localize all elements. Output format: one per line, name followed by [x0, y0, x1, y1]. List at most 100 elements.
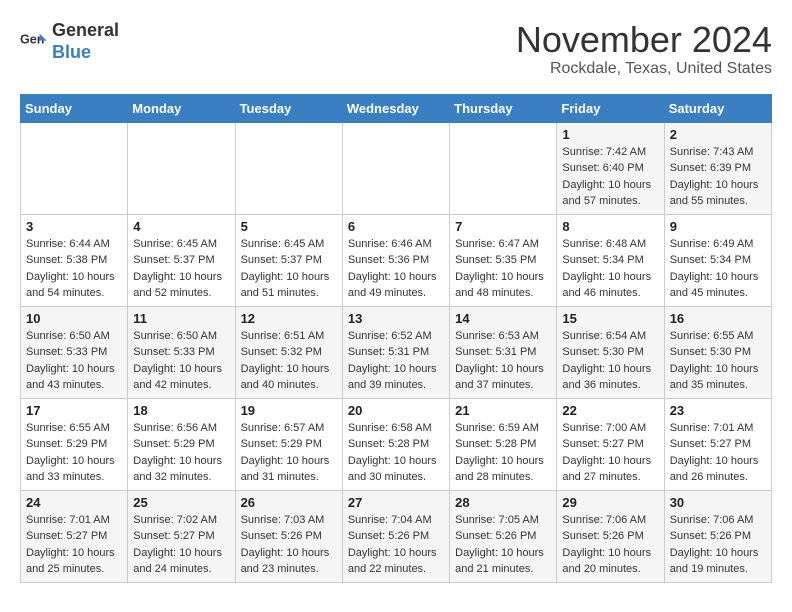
day-info: Sunrise: 6:49 AMSunset: 5:34 PMDaylight:…	[670, 236, 766, 302]
calendar-cell: 12 Sunrise: 6:51 AMSunset: 5:32 PMDayligh…	[235, 306, 342, 398]
calendar-cell: 2 Sunrise: 7:43 AMSunset: 6:39 PMDaylight…	[664, 122, 771, 214]
day-info: Sunrise: 7:03 AMSunset: 5:26 PMDaylight:…	[241, 512, 337, 578]
calendar-cell: 28 Sunrise: 7:05 AMSunset: 5:26 PMDayligh…	[450, 490, 557, 582]
day-number: 3	[26, 219, 122, 234]
day-number: 14	[455, 311, 551, 326]
calendar-cell: 25 Sunrise: 7:02 AMSunset: 5:27 PMDayligh…	[128, 490, 235, 582]
weekday-header: Wednesday	[342, 94, 449, 122]
calendar-cell: 10 Sunrise: 6:50 AMSunset: 5:33 PMDayligh…	[21, 306, 128, 398]
logo-blue: Blue	[52, 42, 119, 64]
weekday-header: Friday	[557, 94, 664, 122]
day-info: Sunrise: 6:47 AMSunset: 5:35 PMDaylight:…	[455, 236, 551, 302]
day-info: Sunrise: 7:05 AMSunset: 5:26 PMDaylight:…	[455, 512, 551, 578]
day-info: Sunrise: 6:46 AMSunset: 5:36 PMDaylight:…	[348, 236, 444, 302]
calendar-cell	[235, 122, 342, 214]
calendar-cell	[450, 122, 557, 214]
day-number: 6	[348, 219, 444, 234]
day-number: 30	[670, 495, 766, 510]
day-info: Sunrise: 6:50 AMSunset: 5:33 PMDaylight:…	[26, 328, 122, 394]
day-number: 25	[133, 495, 229, 510]
calendar-cell: 26 Sunrise: 7:03 AMSunset: 5:26 PMDayligh…	[235, 490, 342, 582]
day-info: Sunrise: 7:02 AMSunset: 5:27 PMDaylight:…	[133, 512, 229, 578]
day-info: Sunrise: 6:52 AMSunset: 5:31 PMDaylight:…	[348, 328, 444, 394]
day-info: Sunrise: 7:01 AMSunset: 5:27 PMDaylight:…	[670, 420, 766, 486]
day-number: 10	[26, 311, 122, 326]
day-number: 5	[241, 219, 337, 234]
day-info: Sunrise: 7:42 AMSunset: 6:40 PMDaylight:…	[562, 144, 658, 210]
calendar-cell: 15 Sunrise: 6:54 AMSunset: 5:30 PMDayligh…	[557, 306, 664, 398]
day-info: Sunrise: 7:04 AMSunset: 5:26 PMDaylight:…	[348, 512, 444, 578]
day-number: 15	[562, 311, 658, 326]
day-info: Sunrise: 6:54 AMSunset: 5:30 PMDaylight:…	[562, 328, 658, 394]
calendar-cell: 16 Sunrise: 6:55 AMSunset: 5:30 PMDayligh…	[664, 306, 771, 398]
calendar-cell: 4 Sunrise: 6:45 AMSunset: 5:37 PMDaylight…	[128, 214, 235, 306]
day-number: 29	[562, 495, 658, 510]
calendar-cell: 11 Sunrise: 6:50 AMSunset: 5:33 PMDayligh…	[128, 306, 235, 398]
weekday-header: Sunday	[21, 94, 128, 122]
day-info: Sunrise: 6:45 AMSunset: 5:37 PMDaylight:…	[241, 236, 337, 302]
day-info: Sunrise: 6:59 AMSunset: 5:28 PMDaylight:…	[455, 420, 551, 486]
page-subtitle: Rockdale, Texas, United States	[516, 60, 772, 78]
calendar-cell	[21, 122, 128, 214]
day-number: 26	[241, 495, 337, 510]
day-number: 27	[348, 495, 444, 510]
day-number: 11	[133, 311, 229, 326]
day-info: Sunrise: 7:01 AMSunset: 5:27 PMDaylight:…	[26, 512, 122, 578]
calendar-cell	[128, 122, 235, 214]
calendar-table: SundayMondayTuesdayWednesdayThursdayFrid…	[20, 94, 772, 583]
day-number: 2	[670, 127, 766, 142]
day-info: Sunrise: 6:57 AMSunset: 5:29 PMDaylight:…	[241, 420, 337, 486]
calendar-cell: 22 Sunrise: 7:00 AMSunset: 5:27 PMDayligh…	[557, 398, 664, 490]
day-number: 16	[670, 311, 766, 326]
day-info: Sunrise: 6:50 AMSunset: 5:33 PMDaylight:…	[133, 328, 229, 394]
logo: Gen General Blue	[20, 20, 119, 63]
day-number: 23	[670, 403, 766, 418]
day-number: 1	[562, 127, 658, 142]
calendar-cell: 9 Sunrise: 6:49 AMSunset: 5:34 PMDaylight…	[664, 214, 771, 306]
weekday-header: Monday	[128, 94, 235, 122]
day-info: Sunrise: 6:55 AMSunset: 5:29 PMDaylight:…	[26, 420, 122, 486]
day-info: Sunrise: 6:45 AMSunset: 5:37 PMDaylight:…	[133, 236, 229, 302]
day-info: Sunrise: 6:55 AMSunset: 5:30 PMDaylight:…	[670, 328, 766, 394]
weekday-header: Thursday	[450, 94, 557, 122]
calendar-cell: 5 Sunrise: 6:45 AMSunset: 5:37 PMDaylight…	[235, 214, 342, 306]
day-info: Sunrise: 7:00 AMSunset: 5:27 PMDaylight:…	[562, 420, 658, 486]
day-info: Sunrise: 6:44 AMSunset: 5:38 PMDaylight:…	[26, 236, 122, 302]
calendar-cell: 24 Sunrise: 7:01 AMSunset: 5:27 PMDayligh…	[21, 490, 128, 582]
title-block: November 2024 Rockdale, Texas, United St…	[516, 20, 772, 78]
calendar-cell: 23 Sunrise: 7:01 AMSunset: 5:27 PMDayligh…	[664, 398, 771, 490]
day-number: 9	[670, 219, 766, 234]
day-number: 8	[562, 219, 658, 234]
calendar-cell: 29 Sunrise: 7:06 AMSunset: 5:26 PMDayligh…	[557, 490, 664, 582]
weekday-header: Saturday	[664, 94, 771, 122]
calendar-cell: 14 Sunrise: 6:53 AMSunset: 5:31 PMDayligh…	[450, 306, 557, 398]
calendar-cell: 8Sunrise: 6:48 AMSunset: 5:34 PMDaylight…	[557, 214, 664, 306]
day-info: Sunrise: 6:53 AMSunset: 5:31 PMDaylight:…	[455, 328, 551, 394]
calendar-cell: 17Sunrise: 6:55 AMSunset: 5:29 PMDayligh…	[21, 398, 128, 490]
day-number: 4	[133, 219, 229, 234]
page-title: November 2024	[516, 20, 772, 60]
logo-general: General	[52, 20, 119, 42]
calendar-cell: 13 Sunrise: 6:52 AMSunset: 5:31 PMDayligh…	[342, 306, 449, 398]
day-info: Sunrise: 7:06 AMSunset: 5:26 PMDaylight:…	[670, 512, 766, 578]
calendar-cell: 1 Sunrise: 7:42 AMSunset: 6:40 PMDaylight…	[557, 122, 664, 214]
day-number: 24	[26, 495, 122, 510]
day-number: 13	[348, 311, 444, 326]
calendar-cell: 6 Sunrise: 6:46 AMSunset: 5:36 PMDaylight…	[342, 214, 449, 306]
calendar-cell: 30 Sunrise: 7:06 AMSunset: 5:26 PMDayligh…	[664, 490, 771, 582]
day-number: 28	[455, 495, 551, 510]
calendar-cell: 7 Sunrise: 6:47 AMSunset: 5:35 PMDaylight…	[450, 214, 557, 306]
day-info: Sunrise: 6:56 AMSunset: 5:29 PMDaylight:…	[133, 420, 229, 486]
day-info: Sunrise: 6:51 AMSunset: 5:32 PMDaylight:…	[241, 328, 337, 394]
day-number: 12	[241, 311, 337, 326]
day-info: Sunrise: 6:58 AMSunset: 5:28 PMDaylight:…	[348, 420, 444, 486]
day-number: 22	[562, 403, 658, 418]
day-number: 20	[348, 403, 444, 418]
calendar-cell: 18Sunrise: 6:56 AMSunset: 5:29 PMDayligh…	[128, 398, 235, 490]
day-number: 21	[455, 403, 551, 418]
day-info: Sunrise: 7:43 AMSunset: 6:39 PMDaylight:…	[670, 144, 766, 210]
day-info: Sunrise: 7:06 AMSunset: 5:26 PMDaylight:…	[562, 512, 658, 578]
day-number: 7	[455, 219, 551, 234]
calendar-cell: 19Sunrise: 6:57 AMSunset: 5:29 PMDayligh…	[235, 398, 342, 490]
weekday-header: Tuesday	[235, 94, 342, 122]
